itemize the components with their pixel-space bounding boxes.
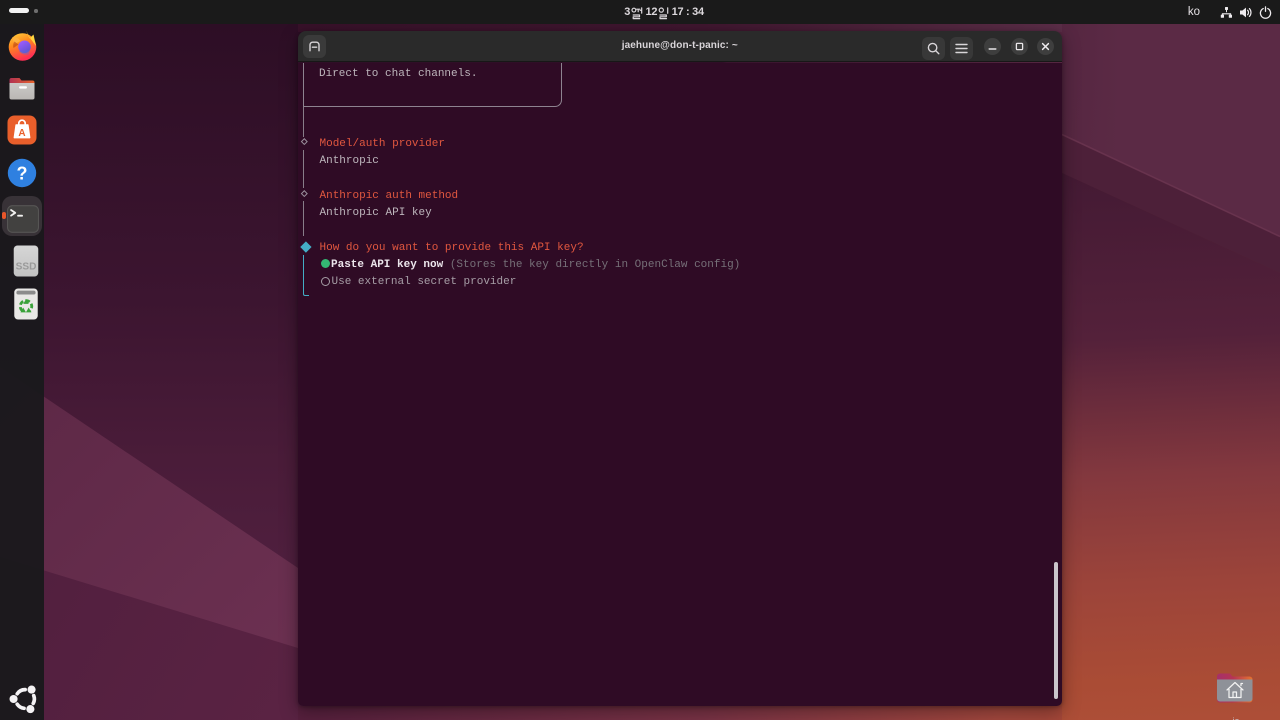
svg-text:A: A [18,128,25,139]
svg-text:SSD: SSD [16,262,37,273]
svg-text:?: ? [17,164,28,184]
